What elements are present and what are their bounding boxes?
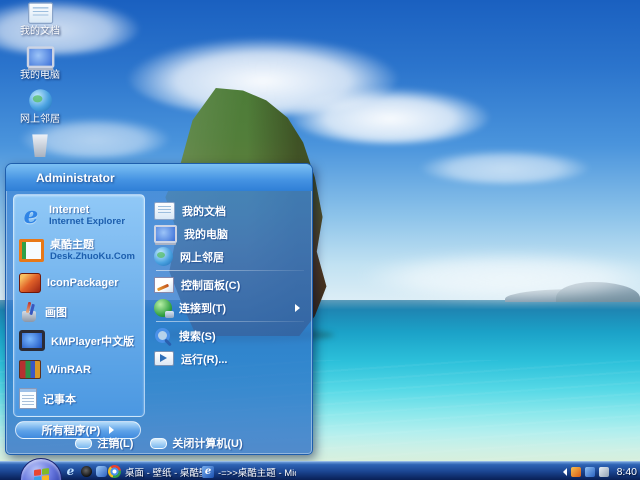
notepad-icon <box>19 388 37 409</box>
menu-item-iconpackager[interactable]: IconPackager <box>16 268 142 297</box>
taskbar-task-zhuoku-theme[interactable]: e -=>>桌酷主题 - Mic... <box>202 462 296 480</box>
log-off-label: 注销(L) <box>97 438 134 450</box>
iconpackager-icon <box>19 272 41 293</box>
cloud <box>420 150 590 184</box>
menu-item-connect-to[interactable]: 连接到(T) <box>154 296 308 319</box>
arrow-right-icon <box>295 303 300 312</box>
menu-item-zhuoku-theme[interactable]: 桌酷主题 Desk.ZhuoKu.Com <box>16 233 142 268</box>
menu-item-network-places[interactable]: 网上邻居 <box>154 245 308 268</box>
my-computer-icon <box>154 224 177 243</box>
search-icon <box>154 327 172 345</box>
menu-item-my-computer[interactable]: 我的电脑 <box>154 222 308 245</box>
my-documents-icon <box>27 2 53 24</box>
menu-item-title: WinRAR <box>47 363 91 376</box>
menu-item-label: 搜索(S) <box>179 330 216 343</box>
menu-item-label: 连接到(T) <box>179 302 227 315</box>
kmplayer-icon <box>19 330 45 351</box>
network-places-icon <box>154 247 173 266</box>
start-menu-body: e Internet Internet Explorer 桌酷主题 Desk.Z… <box>6 191 312 439</box>
winrar-icon <box>19 360 41 379</box>
tray-icon-blue[interactable] <box>584 466 595 477</box>
connect-to-icon <box>154 298 174 318</box>
menu-item-paint[interactable]: 画图 <box>16 297 142 326</box>
desktop-icon-my-documents[interactable]: 我的文档 <box>8 2 72 37</box>
ie-quicklaunch-icon[interactable]: e <box>64 465 77 478</box>
recycle-bin-icon <box>32 134 48 157</box>
desktop-icon-label: 我的文档 <box>20 26 60 37</box>
chrome-icon <box>108 465 121 478</box>
log-off-button[interactable]: 注销(L) <box>75 435 133 451</box>
desktop-icon-network-places[interactable]: 网上邻居 <box>8 89 72 125</box>
pinned-programs-panel: e Internet Internet Explorer 桌酷主题 Desk.Z… <box>13 194 145 417</box>
taskbar: e 桌面 - 壁纸 - 桌酷壁... e -=>>桌酷主题 - Mic... 8… <box>0 458 640 480</box>
windows-flag-icon <box>33 467 49 480</box>
shutdown-icon <box>150 437 168 449</box>
menu-separator <box>156 321 304 322</box>
menu-item-label: 运行(R)... <box>181 353 228 366</box>
tray-icon-orange[interactable] <box>570 466 581 477</box>
menu-item-control-panel[interactable]: 控制面板(C) <box>154 273 308 296</box>
menu-item-label: 我的文档 <box>182 205 226 218</box>
menu-item-title: IconPackager <box>47 276 119 289</box>
desktop: 我的文档 我的电脑 网上邻居 Administrator e Internet … <box>0 0 640 480</box>
desktop-icon-my-computer[interactable]: 我的电脑 <box>8 46 72 81</box>
run-icon <box>154 351 174 366</box>
system-tray: 8:40 <box>562 462 637 480</box>
my-computer-icon <box>26 46 54 68</box>
menu-item-title: Internet <box>49 203 90 216</box>
menu-item-title: KMPlayer中文版 <box>51 335 135 348</box>
menu-item-kmplayer[interactable]: KMPlayer中文版 <box>16 326 142 355</box>
paint-icon <box>19 302 39 322</box>
menu-item-label: 网上邻居 <box>180 251 224 264</box>
log-off-icon <box>75 437 93 449</box>
desktop-icon-label: 我的电脑 <box>20 70 60 81</box>
task-label: -=>>桌酷主题 - Mic... <box>218 467 296 479</box>
desktop-icon-recycle-bin[interactable] <box>8 134 72 159</box>
zhuoku-wallpaper-icon <box>19 239 44 262</box>
menu-item-subtitle: Desk.ZhuoKu.Com <box>50 250 135 262</box>
menu-item-my-documents[interactable]: 我的文档 <box>154 199 308 222</box>
start-menu-right-column: 我的文档 我的电脑 网上邻居 控制面板(C) 连接到(T) 搜索(S) 运行(R… <box>147 191 312 432</box>
menu-item-title: 画图 <box>45 306 67 319</box>
taskbar-task-wallpaper[interactable]: 桌面 - 壁纸 - 桌酷壁... <box>108 462 203 480</box>
menu-item-internet[interactable]: e Internet Internet Explorer <box>16 198 142 233</box>
username: Administrator <box>36 170 115 185</box>
network-places-icon <box>28 89 52 112</box>
my-documents-icon <box>154 201 175 220</box>
tray-icon-gray[interactable] <box>598 466 609 477</box>
quicklaunch-dark-circle-icon[interactable] <box>81 466 92 477</box>
start-button[interactable] <box>20 458 62 480</box>
start-menu-header: Administrator <box>6 164 312 191</box>
shutdown-button[interactable]: 关闭计算机(U) <box>150 435 243 451</box>
cloud <box>290 88 490 144</box>
taskbar-clock: 8:40 <box>616 465 637 478</box>
start-menu: Administrator e Internet Internet Explor… <box>5 163 313 455</box>
tray-expand-chevron-icon[interactable] <box>562 467 567 476</box>
cloud <box>360 252 640 298</box>
arrow-right-icon <box>109 426 115 434</box>
control-panel-icon <box>154 276 174 293</box>
menu-item-notepad[interactable]: 记事本 <box>16 384 142 413</box>
menu-item-title: 记事本 <box>43 393 76 406</box>
menu-item-title: 桌酷主题 <box>50 238 94 251</box>
desktop-icon-label: 网上邻居 <box>20 114 60 125</box>
quicklaunch-blue-icon[interactable] <box>96 466 107 477</box>
menu-item-label: 控制面板(C) <box>181 279 241 292</box>
menu-item-label: 我的电脑 <box>184 228 228 241</box>
menu-item-search[interactable]: 搜索(S) <box>154 324 308 347</box>
start-menu-left-column: e Internet Internet Explorer 桌酷主题 Desk.Z… <box>13 194 145 439</box>
shutdown-label: 关闭计算机(U) <box>172 438 243 450</box>
menu-separator <box>156 270 304 271</box>
menu-item-subtitle: Internet Explorer <box>49 215 126 227</box>
internet-explorer-icon: e <box>23 201 39 229</box>
menu-item-winrar[interactable]: WinRAR <box>16 355 142 384</box>
ie-window-icon: e <box>202 465 214 478</box>
task-label: 桌面 - 壁纸 - 桌酷壁... <box>125 467 203 479</box>
menu-item-run[interactable]: 运行(R)... <box>154 347 308 370</box>
